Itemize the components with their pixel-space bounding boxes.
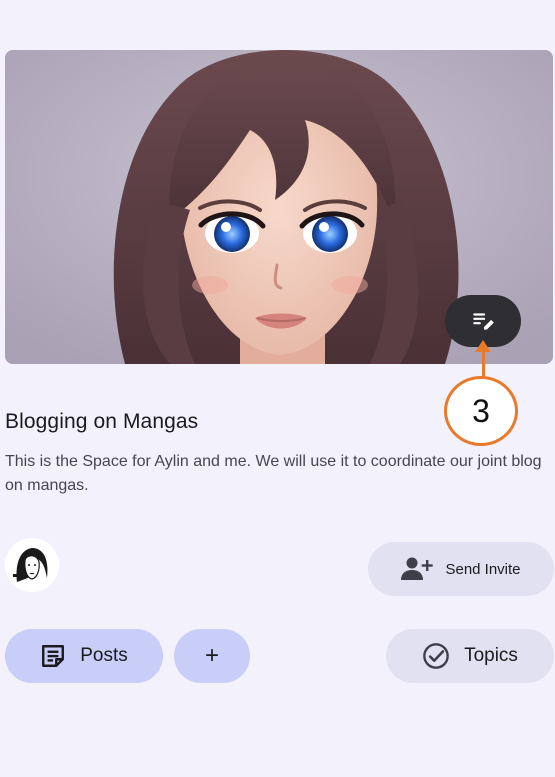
topics-button[interactable]: Topics <box>386 629 554 683</box>
annotation-marker: 3 <box>444 376 518 446</box>
check-circle-icon <box>422 642 450 670</box>
topics-label: Topics <box>464 645 518 666</box>
edit-note-icon <box>470 308 496 334</box>
person-add-icon <box>401 556 434 582</box>
add-label: + <box>204 642 219 669</box>
add-post-button[interactable]: + <box>174 629 250 683</box>
posts-button[interactable]: Posts <box>5 629 163 683</box>
posts-label: Posts <box>80 645 128 666</box>
space-description: This is the Space for Aylin and me. We w… <box>5 453 542 494</box>
send-invite-button[interactable]: Send Invite <box>368 542 554 596</box>
annotation-arrow-head <box>475 340 491 352</box>
space-title: Blogging on Mangas <box>5 410 199 433</box>
sticky-note-icon <box>40 643 66 669</box>
send-invite-label: Send Invite <box>445 560 521 578</box>
annotation-number: 3 <box>472 392 490 429</box>
member-avatar[interactable] <box>5 538 59 592</box>
